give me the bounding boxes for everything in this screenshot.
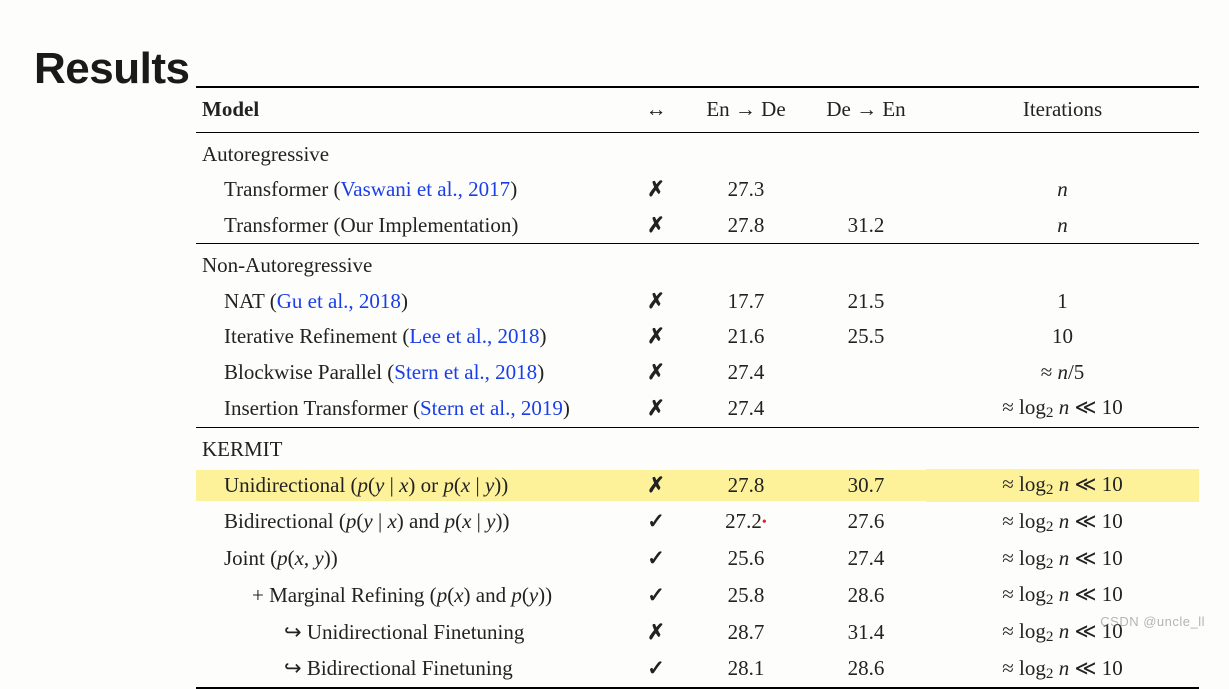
iter-cell: 10 bbox=[926, 321, 1199, 353]
table-row-highlighted: Unidirectional (p(y | x) or p(x | y)) ✗ … bbox=[196, 467, 1199, 504]
bidir-cell: ✗ bbox=[626, 357, 686, 389]
header-ende: En → De bbox=[686, 94, 806, 126]
citation-link[interactable]: Stern et al., 2019 bbox=[420, 396, 563, 420]
deen-cell: 27.6 bbox=[806, 506, 926, 538]
page-title: Results bbox=[34, 44, 189, 94]
header-model: Model bbox=[196, 94, 626, 126]
section-autoregressive: Autoregressive bbox=[196, 133, 1199, 173]
text: ) bbox=[563, 396, 570, 420]
bidir-cell: ✓ bbox=[626, 580, 686, 612]
table-row: Blockwise Parallel (Stern et al., 2018) … bbox=[196, 355, 1199, 391]
section-label: KERMIT bbox=[196, 434, 626, 466]
deen-cell: 28.6 bbox=[806, 653, 926, 685]
bidir-cell: ✗ bbox=[626, 617, 686, 649]
iter-cell: ≈ n/5 bbox=[926, 357, 1199, 389]
deen-cell: 21.5 bbox=[806, 286, 926, 318]
model-cell: Transformer (Our Implementation) bbox=[196, 210, 626, 242]
bidir-cell: ✗ bbox=[626, 286, 686, 318]
ende-cell: 27.3 bbox=[686, 174, 806, 206]
model-cell: ↪ Bidirectional Finetuning bbox=[196, 653, 626, 685]
ende-cell: 17.7 bbox=[686, 286, 806, 318]
table-row: Joint (p(x, y)) ✓ 25.6 27.4 ≈ log2 n ≪ 1… bbox=[196, 541, 1199, 578]
ende-cell: 28.7 bbox=[686, 617, 806, 649]
ende-cell: 25.8 bbox=[686, 580, 806, 612]
ende-cell: 27.8 bbox=[686, 210, 806, 242]
results-table: Model ↔ En → De De → En Iterations Autor… bbox=[196, 86, 1199, 689]
bidir-cell: ✗ bbox=[626, 470, 686, 502]
section-nonautoregressive: Non-Autoregressive bbox=[196, 243, 1199, 284]
table-row: Transformer (Our Implementation) ✗ 27.8 … bbox=[196, 208, 1199, 244]
watermark: CSDN @uncle_ll bbox=[1100, 614, 1205, 629]
header-bidir: ↔ bbox=[626, 94, 686, 126]
section-label: Autoregressive bbox=[196, 139, 626, 171]
ende-cell: 25.6 bbox=[686, 543, 806, 575]
deen-cell: 31.4 bbox=[806, 617, 926, 649]
ende-cell: 27.4 bbox=[686, 357, 806, 389]
deen-cell: 31.2 bbox=[806, 210, 926, 242]
deen-cell: 25.5 bbox=[806, 321, 926, 353]
iter-cell: 1 bbox=[926, 286, 1199, 318]
ende-cell: 21.6 bbox=[686, 321, 806, 353]
header-deen: De → En bbox=[806, 94, 926, 126]
iter-cell: ≈ log2 n ≪ 10 bbox=[926, 653, 1199, 686]
deen-cell: 28.6 bbox=[806, 580, 926, 612]
text: Transformer ( bbox=[224, 177, 340, 201]
text: ) bbox=[401, 289, 408, 313]
deen-cell: 30.7 bbox=[806, 470, 926, 502]
ende-cell: 27.4 bbox=[686, 393, 806, 425]
table-header-row: Model ↔ En → De De → En Iterations bbox=[196, 86, 1199, 133]
citation-link[interactable]: Lee et al., 2018 bbox=[409, 324, 539, 348]
bidir-cell: ✓ bbox=[626, 653, 686, 685]
table-row: Iterative Refinement (Lee et al., 2018) … bbox=[196, 319, 1199, 355]
model-cell: Iterative Refinement (Lee et al., 2018) bbox=[196, 321, 626, 353]
model-cell: Unidirectional (p(y | x) or p(x | y)) bbox=[196, 470, 626, 502]
text: Blockwise Parallel ( bbox=[224, 360, 394, 384]
iter-cell: n bbox=[926, 210, 1199, 242]
citation-link[interactable]: Stern et al., 2018 bbox=[394, 360, 537, 384]
iter-cell: n bbox=[926, 174, 1199, 206]
ende-cell: 27.8 bbox=[686, 470, 806, 502]
table-row: ↪ Bidirectional Finetuning ✓ 28.1 28.6 ≈… bbox=[196, 651, 1199, 689]
bidir-cell: ✓ bbox=[626, 506, 686, 538]
bidir-cell: ✗ bbox=[626, 210, 686, 242]
model-cell: Joint (p(x, y)) bbox=[196, 543, 626, 575]
header-iterations: Iterations bbox=[926, 94, 1199, 126]
model-cell: ↪ Unidirectional Finetuning bbox=[196, 617, 626, 649]
model-cell: + Marginal Refining (p(x) and p(y)) bbox=[196, 580, 626, 612]
iter-cell: ≈ log2 n ≪ 10 bbox=[926, 392, 1199, 425]
citation-link[interactable]: Vaswani et al., 2017 bbox=[340, 177, 510, 201]
ende-cell: 28.1 bbox=[686, 653, 806, 685]
bidir-cell: ✗ bbox=[626, 321, 686, 353]
table-row: Bidirectional (p(y | x) and p(x | y)) ✓ … bbox=[196, 504, 1199, 541]
bidir-cell: ✗ bbox=[626, 393, 686, 425]
model-cell: NAT (Gu et al., 2018) bbox=[196, 286, 626, 318]
marker-icon: • bbox=[762, 515, 767, 530]
deen-cell: 27.4 bbox=[806, 543, 926, 575]
text: ) bbox=[537, 360, 544, 384]
text: NAT ( bbox=[224, 289, 277, 313]
section-label: Non-Autoregressive bbox=[196, 250, 626, 282]
table-row: NAT (Gu et al., 2018) ✗ 17.7 21.5 1 bbox=[196, 284, 1199, 320]
section-kermit: KERMIT bbox=[196, 427, 1199, 468]
model-cell: Bidirectional (p(y | x) and p(x | y)) bbox=[196, 506, 626, 538]
iter-cell: ≈ log2 n ≪ 10 bbox=[926, 579, 1199, 612]
table-row: ↪ Unidirectional Finetuning ✗ 28.7 31.4 … bbox=[196, 614, 1199, 651]
bidir-cell: ✗ bbox=[626, 174, 686, 206]
model-cell: Transformer (Vaswani et al., 2017) bbox=[196, 174, 626, 206]
table-row: + Marginal Refining (p(x) and p(y)) ✓ 25… bbox=[196, 577, 1199, 614]
text: Iterative Refinement ( bbox=[224, 324, 409, 348]
ende-cell: 27.2• bbox=[686, 506, 806, 538]
citation-link[interactable]: Gu et al., 2018 bbox=[277, 289, 401, 313]
iter-cell: ≈ log2 n ≪ 10 bbox=[926, 469, 1199, 502]
iter-cell: ≈ log2 n ≪ 10 bbox=[926, 506, 1199, 539]
model-cell: Blockwise Parallel (Stern et al., 2018) bbox=[196, 357, 626, 389]
bidir-cell: ✓ bbox=[626, 543, 686, 575]
iter-cell: ≈ log2 n ≪ 10 bbox=[926, 543, 1199, 576]
table-row: Insertion Transformer (Stern et al., 201… bbox=[196, 390, 1199, 427]
text: ) bbox=[510, 177, 517, 201]
table-row: Transformer (Vaswani et al., 2017) ✗ 27.… bbox=[196, 172, 1199, 208]
text: Insertion Transformer ( bbox=[224, 396, 420, 420]
model-cell: Insertion Transformer (Stern et al., 201… bbox=[196, 393, 626, 425]
text: ) bbox=[539, 324, 546, 348]
